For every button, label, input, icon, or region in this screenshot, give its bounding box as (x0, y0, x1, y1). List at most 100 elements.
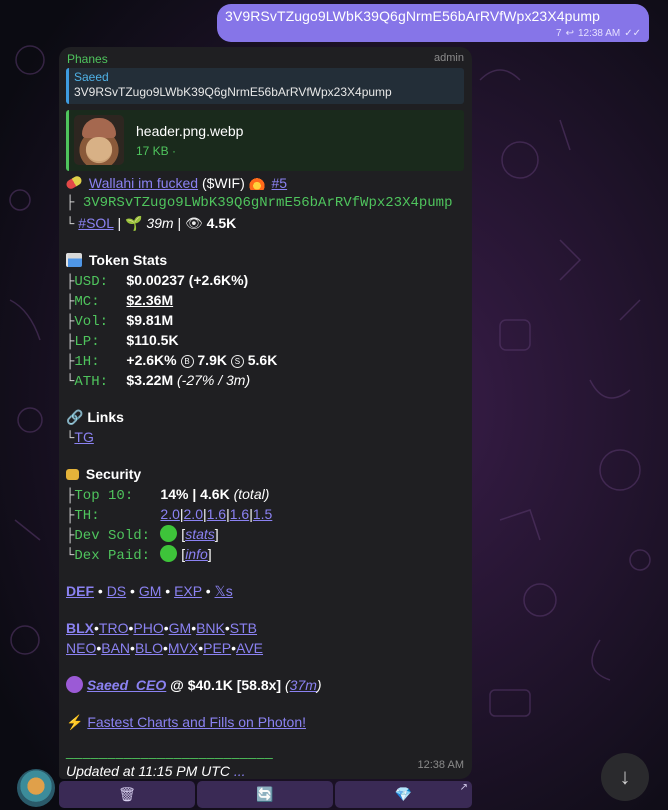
bot-link[interactable]: MVX (168, 640, 198, 656)
top10-value: 14% | 4.6K (160, 486, 230, 502)
bot-avatar[interactable] (17, 769, 55, 807)
arrow-down-icon: ↓ (619, 764, 631, 789)
bot-link[interactable]: BLX (66, 620, 94, 636)
links-heading: 🔗 Links (66, 407, 466, 427)
h1-sells: 5.6K (247, 352, 278, 368)
lightning-icon: ⚡ (66, 714, 84, 730)
th-link[interactable]: 1.6 (230, 506, 249, 522)
token-line: Wallahi im fucked ($WIF) #5 (64, 173, 466, 193)
bot-link[interactable]: STB (230, 620, 257, 636)
message-time: 12:38 AM (417, 759, 464, 771)
updated-text: Updated at 11:15 PM UTC (66, 763, 230, 779)
stats-link[interactable]: stats (185, 526, 215, 542)
h1-label: 1H: (74, 354, 100, 370)
eye-icon: 👁 (184, 215, 203, 231)
bot-link[interactable]: PHO (133, 620, 163, 636)
token-ticker: ($WIF) (201, 175, 245, 191)
quick-links: DEF • DS • GM • EXP • 𝕏s (66, 583, 233, 599)
lp-label: LP: (74, 334, 100, 350)
caller-line: Saeed_CEO @ $40.1K [58.8x] (37m) (66, 675, 466, 695)
updated-line: Updated at 11:15 PM UTC ... (66, 761, 466, 781)
stats-title: Token Stats (88, 252, 168, 268)
info-link[interactable]: info (185, 546, 208, 562)
scroll-down-button[interactable]: ↓ (601, 753, 649, 801)
sec-dev-sold: ├Dev Sold: [stats] (66, 525, 219, 544)
caller-link[interactable]: Saeed_CEO (87, 677, 166, 693)
links-line: └TG (66, 429, 94, 447)
stat-usd: ├USD: $0.00237 (+2.6K%) (66, 272, 249, 290)
th-link[interactable]: 2.0 (184, 506, 203, 522)
dex-paid-label: Dex Paid: (74, 548, 151, 564)
read-checks-icon: ✓✓ (624, 28, 641, 39)
security-title: Security (85, 466, 142, 482)
ath-label: ATH: (74, 374, 109, 390)
gm-link[interactable]: GM (139, 583, 162, 599)
token-age: 39m (146, 215, 174, 231)
ath-note: (-27% / 3m) (177, 372, 251, 388)
delete-button[interactable]: 🗑 (59, 781, 195, 808)
mc-value[interactable]: $2.36M (126, 292, 173, 308)
external-link-icon: ↗ (459, 782, 468, 793)
bot-link[interactable]: BNK (196, 620, 225, 636)
xs-link[interactable]: 𝕏s (215, 583, 233, 599)
bot-link[interactable]: NEO (66, 640, 96, 656)
quote-text: 3V9RSvTZugo9LWbK39Q6gNrmE56bArRVfWpx23X4… (74, 85, 392, 99)
ds-link[interactable]: DS (107, 583, 126, 599)
th-link[interactable]: 2.0 (160, 506, 179, 522)
sender-name[interactable]: Phanes (67, 52, 108, 66)
photon-button[interactable]: 💎 ↗ (335, 781, 472, 808)
h1-buys: 7.9K (197, 352, 227, 368)
bot-link[interactable]: BLO (135, 640, 163, 656)
bots-row-1: BLX•TRO•PHO•GM•BNK•STB (66, 620, 258, 636)
exp-link[interactable]: EXP (174, 583, 202, 599)
bot-link[interactable]: TRO (99, 620, 129, 636)
def-link[interactable]: DEF (66, 583, 94, 599)
contract-address[interactable]: 3V9RSvTZugo9LWbK39Q6gNrmE56bArRVfWpx23X4… (83, 195, 453, 211)
stats-heading: Token Stats (66, 250, 466, 270)
diamond-icon: 💎 (394, 786, 413, 802)
vol-label: Vol: (74, 314, 109, 330)
caller-entry: @ $40.1K [58.8x] (170, 677, 282, 693)
rank-link[interactable]: #5 (272, 175, 288, 191)
lock-icon (66, 469, 79, 480)
pill-icon (64, 174, 84, 191)
refresh-button[interactable]: 🔄 (197, 781, 333, 808)
top10-label: Top 10: (74, 488, 134, 504)
file-thumbnail[interactable] (74, 115, 124, 165)
chain-line: └ #SOL | 🌱 39m | 👁 4.5K (66, 215, 237, 233)
divider-line: _________________________ (66, 743, 274, 759)
more-link[interactable]: ... (234, 763, 246, 779)
caller-ago-link[interactable]: 37m (290, 677, 317, 693)
promo-link[interactable]: Fastest Charts and Fills on Photon! (87, 714, 306, 730)
bot-link[interactable]: BAN (101, 640, 130, 656)
outgoing-message[interactable]: 3V9RSvTZugo9LWbK39Q6gNrmE56bArRVfWpx23X4… (217, 4, 649, 42)
chain-hashtag[interactable]: #SOL (78, 215, 113, 231)
stat-1h: ├1H: +2.6K% B 7.9K S 5.6K (66, 352, 278, 370)
security-heading: Security (66, 464, 466, 484)
contract-line: ├ 3V9RSvTZugo9LWbK39Q6gNrmE56bArRVfWpx23… (66, 195, 453, 211)
green-circle-icon (160, 545, 178, 562)
usd-value: $0.00237 (+2.6K%) (126, 272, 249, 288)
bot-link[interactable]: PEP (203, 640, 231, 656)
dev-sold-label: Dev Sold: (74, 528, 151, 544)
stat-vol: ├Vol: $9.81M (66, 312, 174, 330)
bot-link[interactable]: GM (169, 620, 192, 636)
bot-message[interactable]: Phanes admin Saeed 3V9RSvTZugo9LWbK39Q6g… (59, 47, 472, 779)
token-name-link[interactable]: Wallahi im fucked (89, 175, 198, 191)
devil-icon (66, 676, 83, 693)
file-attachment[interactable]: header.png.webp 17 KB · (66, 110, 464, 171)
tg-link[interactable]: TG (74, 429, 93, 445)
message-body: Wallahi im fucked ($WIF) #5 ├ 3V9RSvTZug… (64, 173, 466, 781)
bot-link[interactable]: AVE (236, 640, 263, 656)
outgoing-text: 3V9RSvTZugo9LWbK39Q6gNrmE56bArRVfWpx23X4… (225, 8, 601, 24)
file-size: 17 KB · (136, 144, 177, 158)
th-link[interactable]: 1.5 (253, 506, 272, 522)
promo-line: ⚡ Fastest Charts and Fills on Photon! (66, 712, 466, 732)
th-label: TH: (74, 508, 100, 524)
file-name: header.png.webp (136, 123, 244, 139)
usd-label: USD: (74, 274, 109, 290)
sec-dex-paid: └Dex Paid: [info] (66, 545, 212, 564)
reply-quote[interactable]: Saeed 3V9RSvTZugo9LWbK39Q6gNrmE56bArRVfW… (66, 68, 464, 104)
th-link[interactable]: 1.6 (207, 506, 226, 522)
stat-mc: ├MC: $2.36M (66, 292, 174, 310)
